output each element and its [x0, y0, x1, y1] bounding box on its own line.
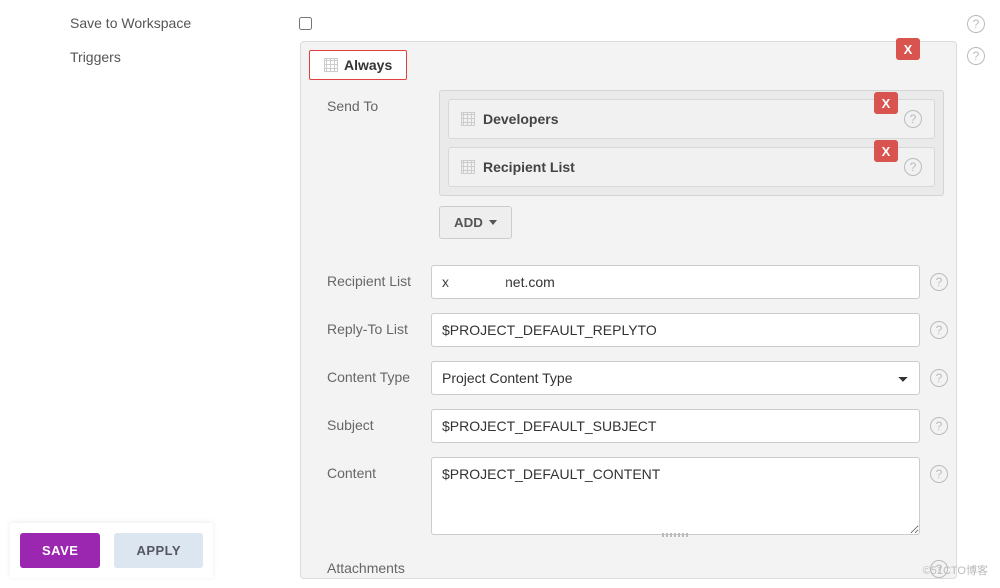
recipient-list-row: Recipient List xnet.com ?: [309, 265, 948, 299]
grid-icon: [324, 58, 338, 72]
content-textarea[interactable]: [431, 457, 920, 535]
help-icon[interactable]: ?: [967, 47, 985, 65]
recipient-list-input[interactable]: xnet.com: [431, 265, 920, 299]
add-button[interactable]: ADD: [439, 206, 512, 239]
send-to-label: Send To: [327, 98, 439, 114]
save-to-workspace-row: Save to Workspace: [70, 15, 300, 31]
help-icon[interactable]: ?: [904, 158, 922, 176]
close-trigger-button[interactable]: X: [896, 38, 920, 60]
content-type-select[interactable]: Project Content Type: [431, 361, 920, 395]
footer-bar: SAVE APPLY: [10, 523, 213, 578]
reply-to-list-label: Reply-To List: [309, 313, 421, 337]
send-to-item-label: Developers: [483, 111, 896, 127]
help-icon[interactable]: ?: [904, 110, 922, 128]
save-button[interactable]: SAVE: [20, 533, 100, 568]
send-to-item-label: Recipient List: [483, 159, 896, 175]
always-tab[interactable]: Always: [309, 50, 407, 80]
remove-recipient-list-button[interactable]: X: [874, 140, 898, 162]
triggers-label: Triggers: [70, 49, 121, 65]
content-label: Content: [309, 457, 421, 481]
help-icon[interactable]: ?: [930, 369, 948, 387]
add-label: ADD: [454, 215, 483, 230]
send-to-item-recipient-list[interactable]: Recipient List X ?: [448, 147, 935, 187]
content-row: Content ?: [309, 457, 948, 538]
remove-developers-button[interactable]: X: [874, 92, 898, 114]
help-icon[interactable]: ?: [930, 273, 948, 291]
send-to-item-developers[interactable]: Developers X ?: [448, 99, 935, 139]
attachments-row: Attachments ?: [309, 552, 948, 578]
subject-label: Subject: [309, 409, 421, 433]
triggers-row: Triggers: [70, 49, 300, 65]
attachments-label: Attachments: [309, 552, 421, 576]
chevron-down-icon: [489, 220, 497, 225]
content-type-row: Content Type Project Content Type ?: [309, 361, 948, 395]
content-type-label: Content Type: [309, 361, 421, 385]
apply-button[interactable]: APPLY: [114, 533, 203, 568]
subject-row: Subject ?: [309, 409, 948, 443]
reply-to-list-input[interactable]: [431, 313, 920, 347]
drag-handle-icon[interactable]: [662, 533, 690, 537]
watermark: ©51CTO博客: [923, 562, 988, 578]
grid-icon: [461, 160, 475, 174]
send-to-group: Developers X ? Recipient List X ?: [439, 90, 944, 196]
help-icon[interactable]: ?: [930, 417, 948, 435]
redacted-text: [449, 277, 505, 289]
recipient-list-label: Recipient List: [309, 265, 421, 289]
help-icon[interactable]: ?: [930, 321, 948, 339]
reply-to-list-row: Reply-To List ?: [309, 313, 948, 347]
trigger-panel: X Always Send To D: [300, 41, 957, 579]
always-label: Always: [344, 57, 392, 73]
help-icon[interactable]: ?: [930, 465, 948, 483]
save-to-workspace-label: Save to Workspace: [70, 15, 191, 31]
help-icon[interactable]: ?: [967, 15, 985, 33]
subject-input[interactable]: [431, 409, 920, 443]
grid-icon: [461, 112, 475, 126]
